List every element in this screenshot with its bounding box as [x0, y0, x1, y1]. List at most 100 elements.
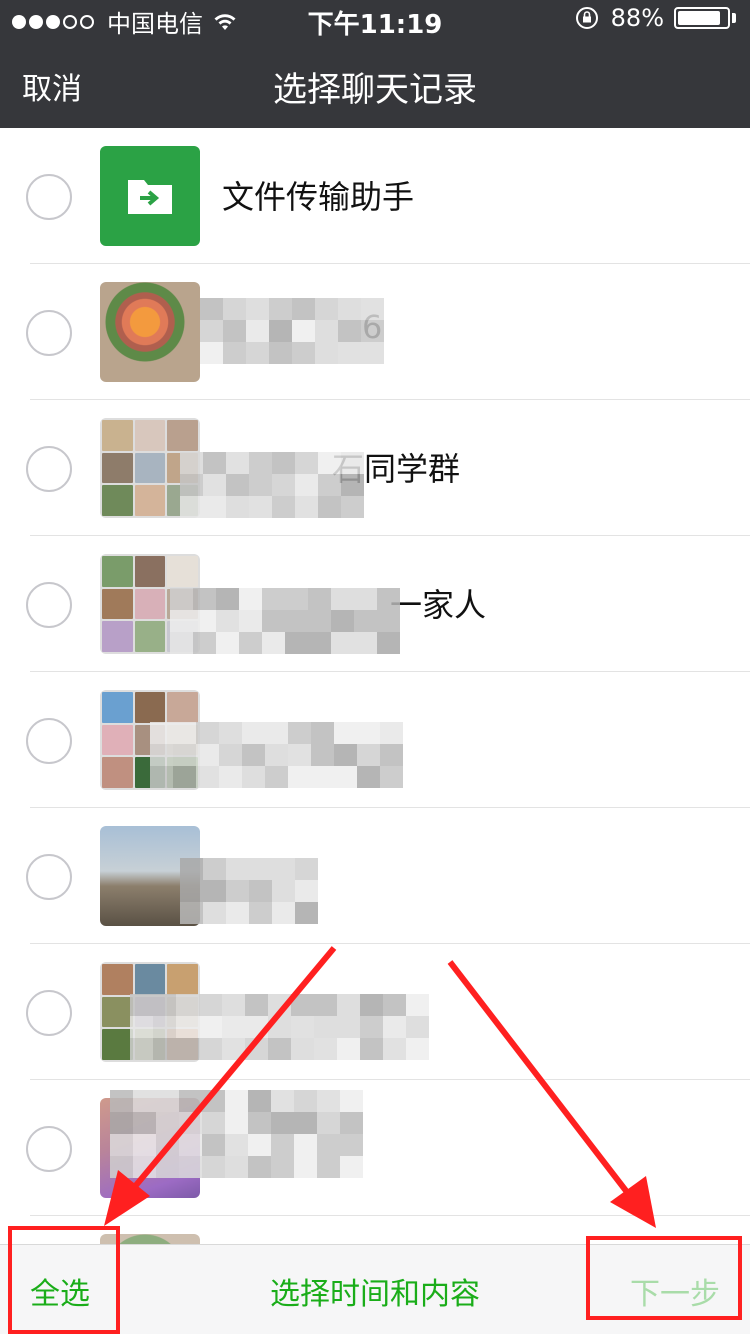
- redaction-pixel: [269, 320, 292, 342]
- select-radio[interactable]: [26, 582, 72, 628]
- redaction-pixel: [360, 994, 383, 1016]
- highlight-box-select-all: [8, 1226, 120, 1334]
- redaction-pixel: [248, 1090, 271, 1112]
- redaction-pixel: [357, 766, 380, 788]
- redaction-pixel: [272, 496, 295, 518]
- redaction-pixel: [337, 1016, 360, 1038]
- chat-name: 一家人: [390, 586, 487, 624]
- redaction-pixel: [193, 610, 216, 632]
- redaction-pixel: [200, 320, 223, 342]
- redaction-pixel: [110, 1156, 133, 1178]
- redaction-pixel: [202, 1156, 225, 1178]
- redaction-pixel: [340, 1156, 363, 1178]
- select-radio[interactable]: [26, 718, 72, 764]
- redaction-pixel: [265, 766, 288, 788]
- redaction-pixel: [242, 766, 265, 788]
- redaction-pixel: [216, 610, 239, 632]
- select-radio[interactable]: [26, 310, 72, 356]
- redaction-pixel: [170, 632, 193, 654]
- redaction-pixel: [294, 1156, 317, 1178]
- redaction-pixel: [203, 496, 226, 518]
- select-radio[interactable]: [26, 174, 72, 220]
- redaction-pixel: [249, 496, 272, 518]
- redaction-pixel: [249, 902, 272, 924]
- redaction-pixel: [295, 902, 318, 924]
- redaction-pixel: [262, 610, 285, 632]
- redaction-pixel: [170, 588, 193, 610]
- redaction-pixel: [180, 452, 203, 474]
- redaction-pixel: [133, 1134, 156, 1156]
- redaction-pixel: [219, 744, 242, 766]
- redaction-pixel: [361, 320, 384, 342]
- redaction-pixel: [225, 1134, 248, 1156]
- redaction-pixel: [202, 1134, 225, 1156]
- redaction-pixel: [268, 994, 291, 1016]
- redaction-pixel: [337, 994, 360, 1016]
- redaction-pixel: [179, 1112, 202, 1134]
- select-radio[interactable]: [26, 854, 72, 900]
- redaction-pixel: [196, 766, 219, 788]
- redaction-pixel: [176, 1038, 199, 1060]
- redaction-pixel: [331, 610, 354, 632]
- chat-row[interactable]: [0, 808, 750, 944]
- chat-list[interactable]: 文件传输助手 6 石同学群 一家人: [0, 128, 750, 1244]
- redaction-pixel: [176, 994, 199, 1016]
- folder-icon: [128, 180, 172, 214]
- redaction-pixel: [406, 1016, 429, 1038]
- redaction-pixel: [245, 1038, 268, 1060]
- redaction-pixel: [242, 722, 265, 744]
- redaction-pixel: [150, 722, 173, 744]
- redaction-pixel: [180, 474, 203, 496]
- redaction-pixel: [294, 1134, 317, 1156]
- select-radio[interactable]: [26, 446, 72, 492]
- redaction-pixel: [246, 320, 269, 342]
- redaction-pixel: [271, 1134, 294, 1156]
- redaction-pixel: [262, 588, 285, 610]
- redaction-pixel: [291, 994, 314, 1016]
- redaction-pixel: [170, 610, 193, 632]
- redaction-pixel: [193, 588, 216, 610]
- chat-row[interactable]: 石同学群: [0, 400, 750, 536]
- redaction-pixel: [294, 1112, 317, 1134]
- redaction-pixel: [180, 880, 203, 902]
- redaction-pixel: [196, 722, 219, 744]
- redaction-pixel: [242, 744, 265, 766]
- select-radio[interactable]: [26, 1126, 72, 1172]
- redaction-pixel: [180, 858, 203, 880]
- redaction-pixel: [203, 880, 226, 902]
- redaction-pixel: [288, 722, 311, 744]
- redaction-pixel: [203, 452, 226, 474]
- redaction-pixel: [262, 632, 285, 654]
- redaction-pixel: [223, 342, 246, 364]
- redaction-pixel: [288, 744, 311, 766]
- redaction-pixel: [219, 722, 242, 744]
- redaction-pixel: [110, 1112, 133, 1134]
- redaction-pixel: [340, 1134, 363, 1156]
- redaction-pixel: [406, 1038, 429, 1060]
- redaction-pixel: [133, 1112, 156, 1134]
- highlight-box-next-step: [586, 1236, 742, 1320]
- redaction-pixel: [292, 298, 315, 320]
- redaction-pixel: [200, 342, 223, 364]
- redaction-pixel: [380, 766, 403, 788]
- redaction-pixel: [383, 1016, 406, 1038]
- redaction-pixel: [294, 1090, 317, 1112]
- redaction-pixel: [246, 298, 269, 320]
- redaction-pixel: [226, 880, 249, 902]
- redaction-pixel: [268, 1016, 291, 1038]
- redaction-pixel: [315, 298, 338, 320]
- redaction-pixel: [334, 722, 357, 744]
- redaction-pixel: [311, 766, 334, 788]
- redaction-pixel: [202, 1112, 225, 1134]
- redaction-pixel: [110, 1090, 133, 1112]
- redaction-pixel: [133, 1156, 156, 1178]
- redaction-pixel: [338, 320, 361, 342]
- redaction-pixel: [285, 588, 308, 610]
- select-radio[interactable]: [26, 990, 72, 1036]
- redaction-pixel: [130, 1016, 153, 1038]
- redaction-pixel: [341, 452, 364, 474]
- chat-row-file-transfer[interactable]: 文件传输助手: [0, 128, 750, 264]
- redaction-pixel: [173, 744, 196, 766]
- redaction-pixel: [225, 1156, 248, 1178]
- redaction-pixel: [179, 1156, 202, 1178]
